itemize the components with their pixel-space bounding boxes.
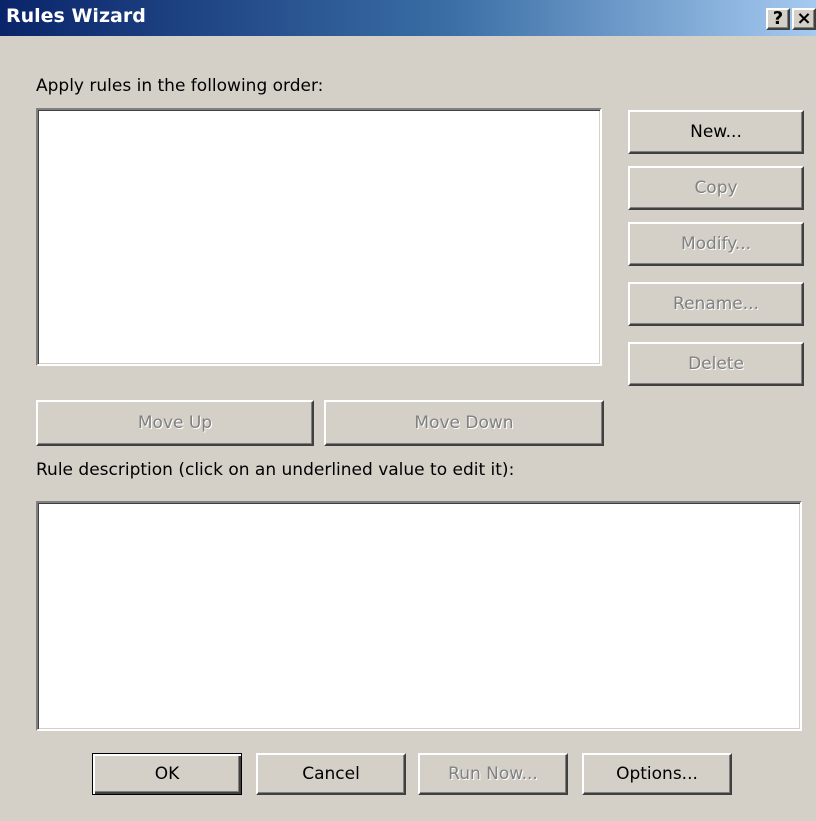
new-rule-button[interactable]: New... xyxy=(628,110,804,154)
rule-description-box[interactable] xyxy=(36,501,802,731)
modify-rule-button[interactable]: Modify... xyxy=(628,222,804,266)
help-button[interactable]: ? xyxy=(766,8,790,30)
move-up-button[interactable]: Move Up xyxy=(36,400,314,446)
rules-list-label: Apply rules in the following order: xyxy=(36,76,324,96)
options-button[interactable]: Options... xyxy=(582,753,732,795)
help-icon: ? xyxy=(772,8,784,29)
rules-wizard-dialog: Rules Wizard ? × Apply rules in the foll… xyxy=(0,0,816,821)
cancel-button[interactable]: Cancel xyxy=(256,753,406,795)
window-title: Rules Wizard xyxy=(6,5,146,27)
rule-description-label: Rule description (click on an underlined… xyxy=(36,460,515,480)
copy-rule-button[interactable]: Copy xyxy=(628,166,804,210)
move-down-button[interactable]: Move Down xyxy=(324,400,604,446)
close-button[interactable]: × xyxy=(792,8,816,30)
rules-list[interactable] xyxy=(36,108,602,366)
rename-rule-button[interactable]: Rename... xyxy=(628,282,804,326)
close-icon: × xyxy=(796,8,812,29)
title-bar[interactable]: Rules Wizard ? × xyxy=(0,0,816,36)
ok-button[interactable]: OK xyxy=(92,753,242,795)
run-now-button[interactable]: Run Now... xyxy=(418,753,568,795)
delete-rule-button[interactable]: Delete xyxy=(628,342,804,386)
